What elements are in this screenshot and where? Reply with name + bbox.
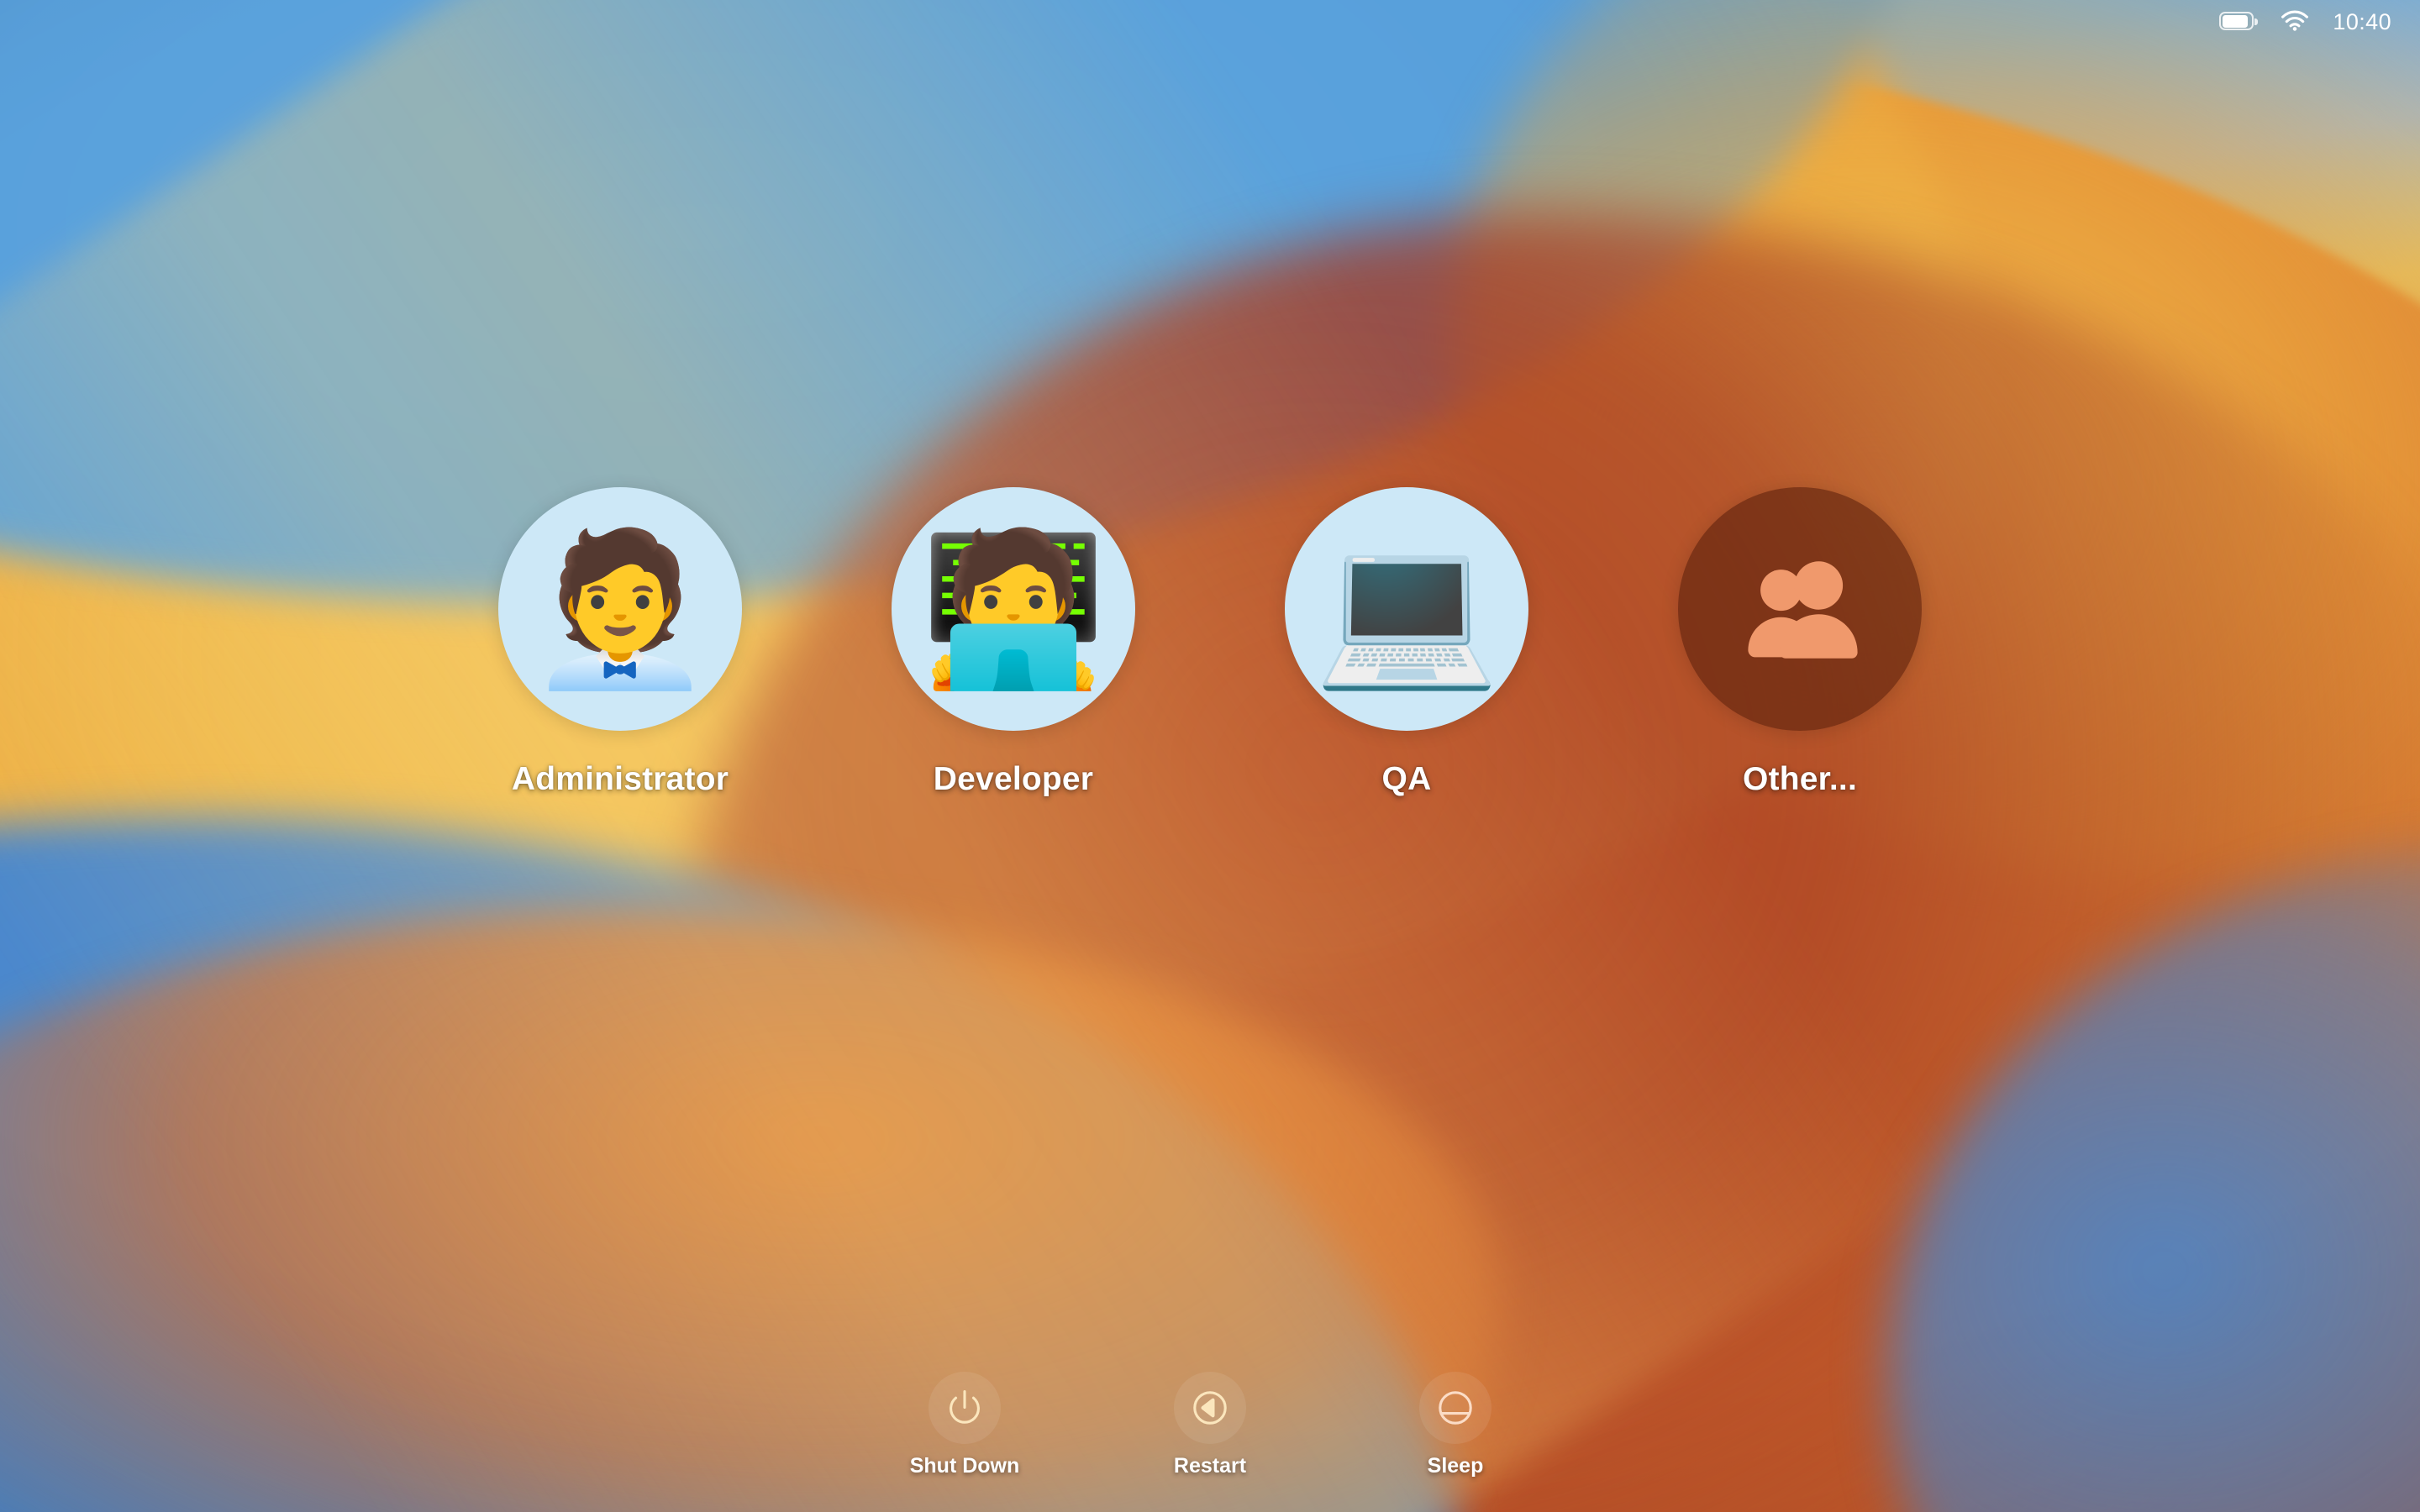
user-list: 🧑‍💼 Administrator 🧑‍💻 Developer 💻 QA (0, 487, 2420, 798)
sleep-icon (1434, 1386, 1477, 1430)
wifi-icon (2281, 9, 2309, 35)
user-tile-qa[interactable]: 💻 QA (1264, 487, 1549, 798)
user-name-other: Other... (1743, 761, 1857, 797)
office-worker-emoji: 🧑‍💼 (527, 525, 713, 692)
wallpaper-red-ridge (677, 212, 2420, 1512)
restart-triangle-icon (1188, 1386, 1232, 1430)
shut-down-label: Shut Down (909, 1454, 1020, 1478)
shut-down-button[interactable]: Shut Down (881, 1372, 1049, 1478)
battery-status-item[interactable] (2219, 12, 2259, 32)
people-group-icon (1729, 538, 1870, 680)
user-tile-developer[interactable]: 🧑‍💻 Developer (871, 487, 1156, 798)
user-tile-administrator[interactable]: 🧑‍💼 Administrator (477, 487, 763, 798)
sleep-label: Sleep (1427, 1454, 1484, 1478)
technologist-emoji: 🧑‍💻 (920, 525, 1107, 692)
avatar-administrator[interactable]: 🧑‍💼 (498, 487, 742, 731)
wifi-status-item[interactable] (2281, 9, 2309, 35)
avatar-qa[interactable]: 💻 (1285, 487, 1528, 731)
login-screen: 10:40 🧑‍💼 Administrator 🧑‍💻 Developer 💻 … (0, 0, 2420, 1512)
laptop-emoji: 💻 (1313, 525, 1500, 692)
user-name-administrator: Administrator (511, 761, 729, 797)
battery-full-icon (2219, 12, 2259, 32)
menu-bar: 10:40 (0, 0, 2420, 44)
clock-item[interactable]: 10:40 (2331, 9, 2391, 35)
restart-button[interactable]: Restart (1126, 1372, 1294, 1478)
restart-icon-wrap (1174, 1372, 1246, 1444)
power-actions: Shut Down Restart Sleep (0, 1372, 2420, 1478)
avatar-developer[interactable]: 🧑‍💻 (892, 487, 1135, 731)
restart-label: Restart (1173, 1454, 1247, 1478)
avatar-other[interactable] (1678, 487, 1922, 731)
power-icon (943, 1386, 986, 1430)
user-name-developer: Developer (933, 761, 1094, 797)
menubar-clock: 10:40 (2333, 8, 2391, 34)
shut-down-icon-wrap (929, 1372, 1001, 1444)
user-name-qa: QA (1381, 761, 1432, 797)
sleep-button[interactable]: Sleep (1371, 1372, 1539, 1478)
user-tile-other[interactable]: Other... (1657, 487, 1943, 798)
sleep-icon-wrap (1419, 1372, 1491, 1444)
